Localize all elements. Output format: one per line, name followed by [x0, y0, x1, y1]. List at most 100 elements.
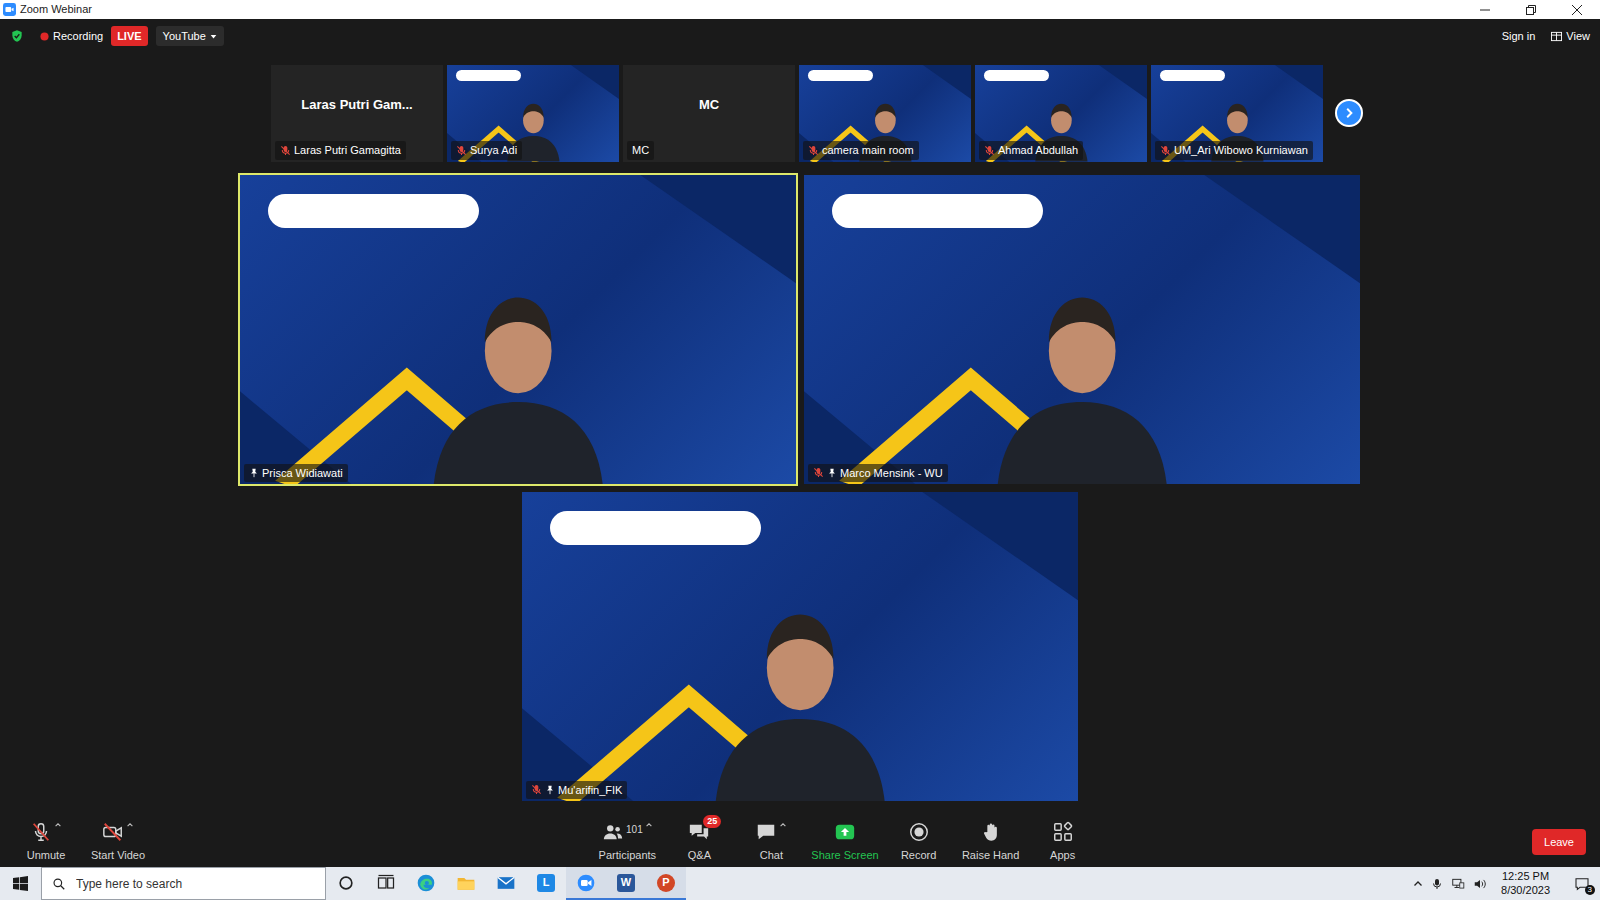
participant-thumbnail[interactable]: MCMC [623, 65, 795, 162]
mic-off-button[interactable]: Unmute [14, 821, 78, 864]
spacer [0, 803, 1600, 817]
toolbar-right: Leave [1366, 829, 1586, 856]
participant-name-label: UM_Ari Wibowo Kurniawan [1155, 141, 1313, 160]
windows-taskbar: L WP 12:25 PM8/30/2023 3 [0, 867, 1600, 900]
action-center-button[interactable]: 3 [1564, 867, 1600, 900]
zoom-icon [576, 873, 596, 893]
tray-chevron-icon [1413, 879, 1423, 889]
participant-thumbnail[interactable]: Surya Adi [447, 65, 619, 162]
next-page-button[interactable] [1335, 99, 1363, 127]
participants-icon [602, 821, 624, 843]
participant-name: Ahmad Abdullah [998, 142, 1078, 159]
clock-date: 8/30/2023 [1501, 884, 1550, 898]
button-icon-row [908, 821, 930, 845]
mail-taskbar-button[interactable] [486, 867, 526, 900]
sign-in-link[interactable]: Sign in [1502, 28, 1536, 45]
participant-name: UM_Ari Wibowo Kurniawan [1174, 142, 1308, 159]
word-taskbar-button[interactable]: W [606, 867, 646, 900]
meeting-top-bar: Recording LIVE YouTube Sign in View [0, 19, 1600, 53]
view-button[interactable]: View [1551, 28, 1590, 45]
edge-taskbar-button[interactable] [406, 867, 446, 900]
close-icon [1572, 5, 1582, 15]
participant-name-label: Surya Adi [451, 141, 522, 160]
menu-caret-icon [54, 821, 62, 829]
pin-icon [545, 785, 555, 795]
participant-thumbnail[interactable]: Ahmad Abdullah [975, 65, 1147, 162]
share-button[interactable]: Share Screen [811, 821, 878, 864]
thumbnail-strip: Laras Putri Gam...Laras Putri Gamagitta S… [0, 64, 1600, 162]
search-box [41, 867, 326, 900]
participant-thumbnail[interactable]: UM_Ari Wibowo Kurniawan [1151, 65, 1323, 162]
gallery-row: Prisca WidiawatiMarco Mensink - WU [238, 173, 1362, 486]
record-button[interactable]: Record [887, 821, 951, 864]
live-badge: LIVE [111, 26, 147, 47]
video-frame [240, 175, 796, 484]
stream-dropdown[interactable]: YouTube [156, 26, 224, 47]
gallery-row: Mu'arifin_FIK [520, 490, 1080, 803]
mail-icon [496, 873, 516, 893]
close-button[interactable] [1554, 0, 1600, 19]
title-bar: Zoom Webinar [0, 0, 1600, 19]
restore-button[interactable] [1508, 0, 1554, 19]
qa-button[interactable]: 25Q&A [667, 821, 731, 864]
chevron-right-icon [1343, 107, 1355, 119]
zoom-webinar-window: Zoom Webinar Recording LIVE YouTube Sign in V… [0, 0, 1600, 900]
minimize-icon [1480, 5, 1490, 15]
letter-taskbar-button[interactable]: L [526, 867, 566, 900]
video-frame [804, 175, 1360, 484]
button-icon-row [834, 821, 856, 845]
dropdown-caret-icon [210, 33, 217, 40]
hand-button[interactable]: Raise Hand [959, 821, 1023, 864]
chat-button[interactable]: Chat [739, 821, 803, 864]
window-controls [1462, 0, 1600, 19]
apps-button[interactable]: Apps [1031, 821, 1095, 864]
menu-caret[interactable] [54, 821, 62, 829]
button-label: Share Screen [811, 847, 878, 864]
clock[interactable]: 12:25 PM8/30/2023 [1495, 870, 1556, 898]
taskview-taskbar-button[interactable] [366, 867, 406, 900]
menu-caret[interactable] [645, 821, 653, 829]
display-name: Laras Putri Gam... [301, 95, 412, 115]
zoom-taskbar-button[interactable] [566, 867, 606, 900]
volume-icon [1473, 877, 1487, 891]
name-card: Laras Putri Gam... [271, 65, 443, 146]
video-tile[interactable]: Mu'arifin_FIK [520, 490, 1080, 803]
explorer-icon [456, 873, 476, 893]
recording-indicator: Recording [40, 28, 103, 45]
restore-icon [1526, 5, 1536, 15]
leave-button[interactable]: Leave [1532, 829, 1586, 856]
edge-icon [416, 873, 436, 893]
toolbar-left: Unmute Start Video [14, 821, 234, 864]
explorer-taskbar-button[interactable] [446, 867, 486, 900]
participant-name: MC [632, 142, 649, 159]
muted-mic-icon [1160, 145, 1171, 156]
clock-time: 12:25 PM [1501, 870, 1550, 884]
video-tile[interactable]: Prisca Widiawati [238, 173, 798, 486]
muted-mic-icon [984, 145, 995, 156]
button-label: Participants [599, 847, 656, 864]
button-icon-row [980, 821, 1002, 845]
share-icon [834, 821, 856, 843]
menu-caret[interactable] [779, 821, 787, 829]
video-off-button[interactable]: Start Video [86, 821, 150, 864]
search-input[interactable] [74, 874, 315, 894]
start-button[interactable] [0, 867, 41, 900]
menu-caret[interactable] [126, 821, 134, 829]
button-label: Unmute [27, 847, 66, 864]
powerpoint-taskbar-button[interactable]: P [646, 867, 686, 900]
video-tile[interactable]: Marco Mensink - WU [802, 173, 1362, 486]
participant-thumbnail[interactable]: Laras Putri Gam...Laras Putri Gamagitta [271, 65, 443, 162]
button-label: Raise Hand [962, 847, 1019, 864]
participants-button[interactable]: 101Participants [595, 821, 659, 864]
button-label: Apps [1050, 847, 1075, 864]
muted-mic-icon [531, 784, 542, 795]
minimize-button[interactable] [1462, 0, 1508, 19]
participant-name-label: camera main room [803, 141, 919, 160]
pin-icon [249, 468, 259, 478]
unread-badge: 25 [703, 815, 721, 828]
video-gallery: Prisca WidiawatiMarco Mensink - WUMu'ari… [0, 173, 1600, 803]
menu-caret-icon [645, 821, 653, 829]
participant-thumbnail[interactable]: camera main room [799, 65, 971, 162]
cortana-taskbar-button[interactable] [326, 867, 366, 900]
participant-name-label: MC [627, 141, 654, 160]
